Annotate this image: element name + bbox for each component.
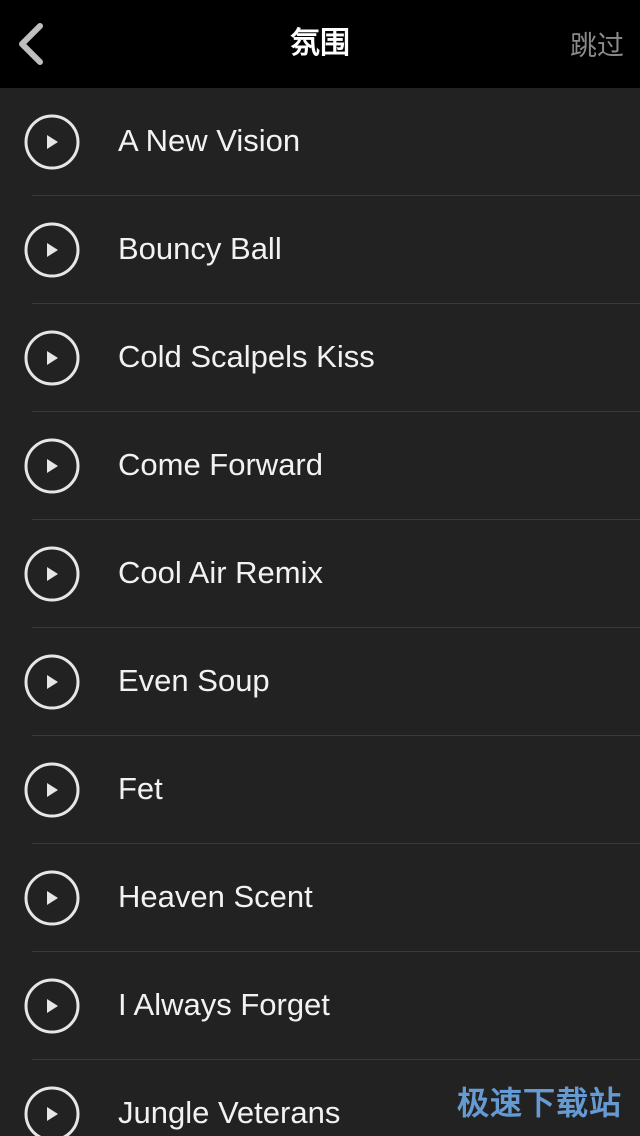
track-row[interactable]: Cool Air Remix [0, 520, 640, 628]
play-icon[interactable] [24, 114, 80, 170]
track-row[interactable]: Come Forward [0, 412, 640, 520]
track-title: Fet [118, 771, 163, 806]
track-row[interactable]: Even Soup [0, 628, 640, 736]
track-list: A New Vision Bouncy Ball Cold Scalpels K… [0, 88, 640, 1136]
track-row[interactable]: Cold Scalpels Kiss [0, 304, 640, 412]
play-icon[interactable] [24, 978, 80, 1034]
play-icon[interactable] [24, 222, 80, 278]
play-icon[interactable] [24, 870, 80, 926]
play-icon[interactable] [24, 762, 80, 818]
nav-bar: 氛围 跳过 [0, 0, 640, 88]
track-row[interactable]: A New Vision [0, 88, 640, 196]
track-title: Cool Air Remix [118, 555, 323, 590]
track-title: I Always Forget [118, 987, 330, 1022]
back-button[interactable] [8, 14, 56, 74]
track-row[interactable]: Bouncy Ball [0, 196, 640, 304]
track-row[interactable]: Fet [0, 736, 640, 844]
skip-button[interactable]: 跳过 [570, 0, 624, 88]
track-title: Jungle Veterans [118, 1095, 341, 1130]
track-row[interactable]: Heaven Scent [0, 844, 640, 952]
play-icon[interactable] [24, 654, 80, 710]
page-title: 氛围 [290, 27, 350, 60]
play-icon[interactable] [24, 1086, 80, 1136]
play-icon[interactable] [24, 546, 80, 602]
track-title: A New Vision [118, 123, 301, 158]
track-title: Bouncy Ball [118, 231, 282, 266]
track-title: Cold Scalpels Kiss [118, 339, 375, 374]
watermark: 极速下载站 [456, 1085, 622, 1121]
track-row[interactable]: I Always Forget [0, 952, 640, 1060]
track-title: Heaven Scent [118, 879, 313, 914]
play-icon[interactable] [24, 330, 80, 386]
track-title: Even Soup [118, 663, 270, 698]
chevron-left-icon [8, 14, 56, 74]
track-title: Come Forward [118, 447, 323, 482]
play-icon[interactable] [24, 438, 80, 494]
